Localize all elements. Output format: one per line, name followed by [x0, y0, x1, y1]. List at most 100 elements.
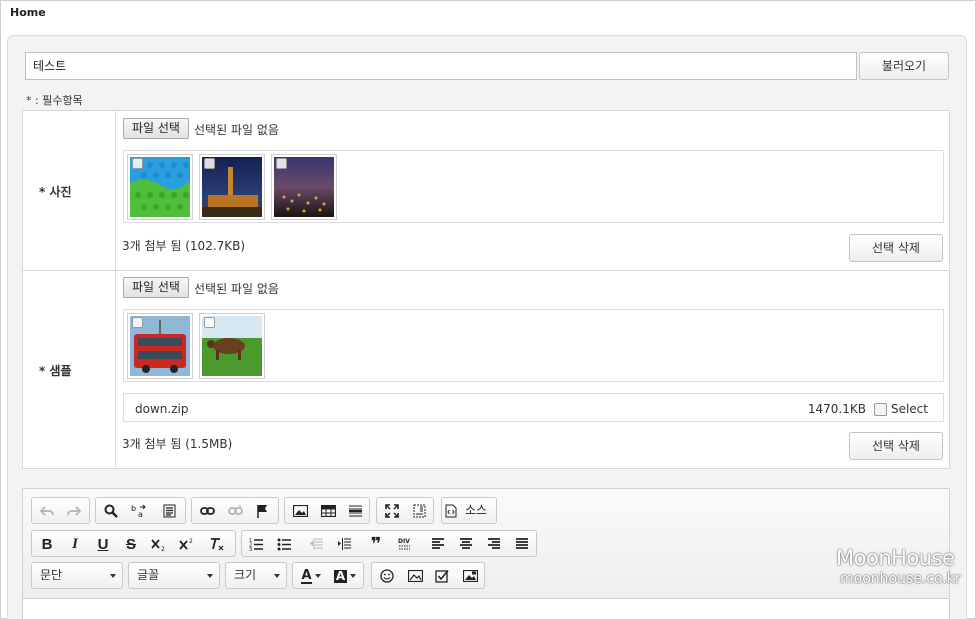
unlink-icon[interactable] — [223, 501, 247, 521]
align-center-icon[interactable] — [454, 534, 478, 554]
image-edit-icon[interactable] — [458, 566, 482, 586]
chevron-down-icon — [314, 574, 321, 578]
font-combo[interactable]: 글꼴 — [128, 562, 220, 589]
font-value: 글꼴 — [137, 568, 160, 582]
source-icon — [445, 504, 457, 518]
maximize-icon[interactable] — [380, 501, 404, 521]
div-icon[interactable]: DIV — [392, 534, 416, 554]
image-upload-icon[interactable] — [403, 566, 427, 586]
redo-icon[interactable] — [62, 501, 86, 521]
color-group: A A — [292, 562, 364, 589]
background-color-icon[interactable]: A — [330, 566, 360, 586]
show-blocks-icon[interactable] — [407, 501, 431, 521]
emoji-icon[interactable] — [375, 566, 399, 586]
background-color-glyph: A — [333, 568, 348, 583]
watermark-line2: moonhouse.co.kr — [840, 571, 961, 587]
subscript-icon[interactable]: 2 — [147, 534, 171, 554]
history-group — [31, 497, 90, 524]
photo-thumb-box — [123, 150, 944, 223]
remove-format-icon[interactable] — [205, 534, 229, 554]
home-title: Home — [10, 6, 46, 19]
justify-icon[interactable] — [510, 534, 534, 554]
align-right-icon[interactable] — [482, 534, 506, 554]
photo-thumb-3-checkbox[interactable] — [276, 158, 287, 169]
load-button[interactable]: 불러오기 — [859, 52, 949, 80]
photo-thumb-2[interactable] — [199, 154, 265, 220]
chevron-down-icon — [207, 574, 213, 578]
sample-no-file-text: 선택된 파일 없음 — [194, 282, 279, 296]
photo-file-button[interactable]: 파일 선택 — [123, 118, 189, 139]
table-icon[interactable] — [316, 501, 340, 521]
sample-thumb-2-checkbox[interactable] — [204, 317, 215, 328]
numbered-list-icon[interactable]: 123 — [244, 534, 268, 554]
sample-file-size: 1470.1KB — [807, 402, 866, 416]
sample-file-list: down.zip 1470.1KB Select — [123, 393, 944, 422]
text-color-glyph: A — [301, 567, 312, 584]
sample-label: * 샘플 — [39, 364, 72, 378]
sample-file-select-label[interactable]: Select — [891, 402, 928, 416]
watermark: MoonHouse moonhouse.co.kr — [836, 546, 971, 594]
photo-count-text: 3개 첨부 됨 (102.7KB) — [122, 239, 246, 253]
editor-content-area[interactable] — [23, 600, 949, 619]
svg-text:2: 2 — [161, 546, 165, 551]
source-group: 소스 — [441, 497, 497, 524]
horizontal-rule-icon[interactable] — [343, 501, 367, 521]
replace-icon[interactable]: ba — [127, 501, 151, 521]
select-all-icon[interactable] — [157, 501, 181, 521]
indent-icon[interactable] — [332, 534, 356, 554]
paragraph-group: 123 ❞ DIV — [241, 530, 537, 557]
rich-text-editor: ba 소스 B I U S 2 2 1 2 3 ❞ DIV 문단 글꼴 크기 A… — [22, 488, 950, 619]
undo-icon[interactable] — [35, 501, 59, 521]
bulleted-list-icon[interactable] — [272, 534, 296, 554]
plugins-group — [371, 562, 485, 589]
font-size-value: 크기 — [234, 568, 257, 582]
underline-icon[interactable]: U — [91, 534, 115, 554]
photo-label: * 사진 — [39, 185, 72, 199]
photo-label-cell: * 사진 — [23, 111, 116, 270]
photo-thumb-1-checkbox[interactable] — [132, 158, 143, 169]
chevron-down-icon — [350, 574, 357, 578]
source-button[interactable]: 소스 — [445, 501, 497, 521]
sample-label-cell: * 샘플 — [23, 271, 116, 468]
strike-icon[interactable]: S — [119, 534, 143, 554]
sample-thumb-1[interactable] — [127, 313, 193, 379]
watermark-line1: MoonHouse — [836, 546, 955, 570]
bold-icon[interactable]: B — [35, 534, 59, 554]
sample-delete-button[interactable]: 선택 삭제 — [849, 432, 943, 460]
text-color-icon[interactable]: A — [296, 566, 326, 586]
paragraph-format-value: 문단 — [40, 568, 63, 582]
sample-file-button[interactable]: 파일 선택 — [123, 277, 189, 298]
chevron-down-icon — [274, 574, 280, 578]
source-label: 소스 — [465, 503, 488, 517]
align-left-icon[interactable] — [426, 534, 450, 554]
outdent-icon[interactable] — [304, 534, 328, 554]
svg-text:3: 3 — [249, 547, 252, 551]
find-group: ba — [95, 497, 186, 524]
link-icon[interactable] — [195, 501, 219, 521]
sample-thumb-1-checkbox[interactable] — [132, 317, 143, 328]
paragraph-format-combo[interactable]: 문단 — [31, 562, 123, 589]
chevron-down-icon — [110, 574, 116, 578]
sample-count-text: 3개 첨부 됨 (1.5MB) — [122, 437, 233, 451]
photo-thumb-2-checkbox[interactable] — [204, 158, 215, 169]
image-icon[interactable] — [288, 501, 312, 521]
sample-thumb-2[interactable] — [199, 313, 265, 379]
editor-toolbar: ba 소스 B I U S 2 2 1 2 3 ❞ DIV 문단 글꼴 크기 A… — [23, 489, 949, 599]
find-icon[interactable] — [99, 501, 123, 521]
title-input[interactable]: 테스트 — [25, 52, 857, 80]
font-size-combo[interactable]: 크기 — [225, 562, 287, 589]
photo-thumb-3[interactable] — [271, 154, 337, 220]
photo-thumb-1[interactable] — [127, 154, 193, 220]
checkbox-icon[interactable] — [430, 566, 454, 586]
blockquote-icon[interactable]: ❞ — [364, 534, 388, 555]
insert-group — [284, 497, 370, 524]
photo-no-file-text: 선택된 파일 없음 — [194, 123, 279, 137]
anchor-icon[interactable] — [250, 501, 274, 521]
sample-file-select-checkbox[interactable] — [874, 403, 887, 416]
svg-text:2: 2 — [189, 538, 193, 545]
link-group — [191, 497, 279, 524]
photo-delete-button[interactable]: 선택 삭제 — [849, 234, 943, 262]
superscript-icon[interactable]: 2 — [175, 534, 199, 554]
form-table: * 사진 파일 선택 선택된 파일 없음 3개 첨부 됨 (102.7KB) 선… — [22, 110, 950, 469]
italic-icon[interactable]: I — [63, 534, 87, 554]
